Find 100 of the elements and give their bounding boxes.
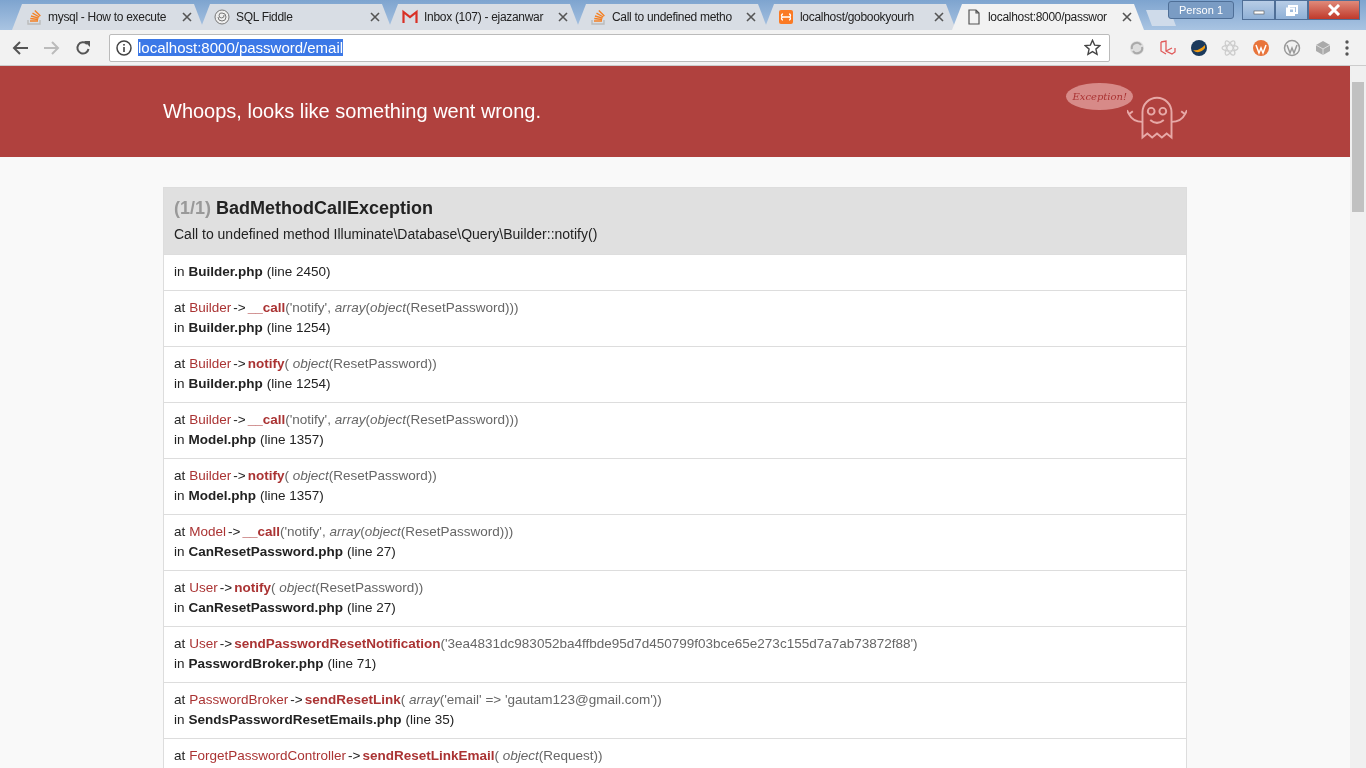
arrow-text: ->: [233, 412, 246, 427]
in-label: in: [174, 488, 185, 503]
error-headline: Whoops, looks like something went wrong.: [163, 100, 541, 123]
address-bar[interactable]: localhost:8000/password/email: [109, 33, 1110, 62]
method-name: sendResetLink: [304, 692, 401, 707]
browser-tab[interactable]: Call to undefined metho: [576, 4, 768, 30]
in-label: in: [174, 656, 185, 671]
minimize-button[interactable]: [1242, 0, 1275, 20]
close-icon: [1327, 4, 1341, 16]
at-label: at: [174, 580, 186, 595]
method-arguments: ('3ea4831dc983052ba4ffbde95d7d450799f03bce65e273c155d7a7ab73872f88'): [440, 636, 918, 651]
arrow-text: ->: [219, 636, 233, 651]
exception-name: BadMethodCallException: [216, 198, 434, 218]
stack-icon: [590, 9, 606, 25]
arrow-text: ->: [348, 748, 361, 763]
at-label: at: [174, 300, 186, 315]
arrow-text: ->: [233, 468, 246, 483]
method-arguments: ( object(ResetPassword)): [270, 580, 424, 595]
line-number: (line 2450): [266, 264, 331, 279]
s-logo-extension-icon[interactable]: [1190, 38, 1208, 57]
close-tab-icon[interactable]: [370, 12, 380, 22]
method-arguments: ( array('email' => 'gautam123@gmail.com')): [400, 692, 662, 707]
url-text: localhost:8000/password/email: [138, 39, 344, 56]
close-tab-icon[interactable]: [182, 12, 192, 22]
class-name: Builder: [189, 300, 232, 315]
at-label: at: [174, 692, 186, 707]
method-arguments: ( object(ResetPassword)): [284, 356, 437, 371]
file-name: Builder.php: [188, 376, 263, 391]
method-name: notify: [234, 580, 271, 595]
method-name: notify: [247, 468, 285, 483]
file-name: Model.php: [188, 432, 256, 447]
scrollbar-thumb[interactable]: [1352, 82, 1364, 212]
reload-icon[interactable]: [73, 39, 93, 56]
page-icon: [966, 9, 982, 25]
in-label: in: [174, 432, 185, 447]
file-name: Builder.php: [188, 264, 263, 279]
line-number: (line 1357): [260, 432, 324, 447]
method-name: __call: [247, 300, 286, 315]
close-button[interactable]: [1308, 0, 1360, 20]
file-name: Builder.php: [188, 320, 263, 335]
method-arguments: ('notify', array(object(ResetPassword))): [280, 524, 514, 539]
method-name: sendResetLinkEmail: [362, 748, 495, 763]
line-number: (line 27): [347, 544, 396, 559]
method-arguments: ( object(ResetPassword)): [284, 468, 437, 483]
browser-tab[interactable]: localhost/gobookyourh: [764, 4, 956, 30]
stack-icon: [26, 9, 42, 25]
arrow-text: ->: [290, 692, 303, 707]
class-name: Builder: [189, 468, 232, 483]
scrollbar[interactable]: [1350, 66, 1366, 768]
arrow-text: ->: [233, 300, 246, 315]
file-name: CanResetPassword.php: [188, 600, 344, 615]
close-tab-icon[interactable]: [558, 12, 568, 22]
method-name: __call: [242, 524, 280, 539]
at-label: at: [174, 524, 186, 539]
browser-tab[interactable]: Inbox (107) - ejazanwar: [388, 4, 580, 30]
line-number: (line 71): [327, 656, 377, 671]
browser-tab[interactable]: mysql - How to execute: [12, 4, 204, 30]
in-label: in: [174, 712, 185, 727]
method-name: notify: [247, 356, 285, 371]
line-number: (line 1254): [266, 320, 331, 335]
class-name: Builder: [189, 356, 232, 371]
arrow-text: ->: [219, 580, 233, 595]
line-number: (line 35): [405, 712, 455, 727]
at-label: at: [174, 412, 186, 427]
class-name: Builder: [189, 412, 232, 427]
restore-button[interactable]: [1275, 0, 1308, 20]
xampp-icon: [778, 9, 794, 25]
close-tab-icon[interactable]: [746, 12, 756, 22]
info-icon[interactable]: [116, 39, 132, 56]
arrow-text: ->: [233, 356, 246, 371]
method-arguments: ('notify', array(object(ResetPassword))): [285, 412, 519, 427]
exception-message: Call to undefined method Illuminate\Database\Query\Builder::notify(): [174, 226, 599, 242]
file-name: CanResetPassword.php: [188, 544, 344, 559]
mail-icon: [402, 9, 418, 25]
bookmark-star-icon[interactable]: [1084, 39, 1101, 56]
in-label: in: [174, 600, 185, 615]
restore-icon: [1285, 4, 1298, 16]
method-arguments: ( object(Request)): [494, 748, 603, 763]
class-name: PasswordBroker: [189, 692, 289, 707]
line-number: (line 1357): [260, 488, 324, 503]
method-arguments: ('notify', array(object(ResetPassword))): [285, 300, 519, 315]
method-name: sendPasswordResetNotification: [234, 636, 441, 651]
browser-tab[interactable]: localhost:8000/passwor: [952, 4, 1144, 30]
at-label: at: [174, 748, 186, 763]
class-name: User: [189, 636, 218, 651]
exception-speech-bubble: Exception!: [1066, 82, 1133, 110]
close-tab-icon[interactable]: [1122, 12, 1132, 22]
arrow-text: ->: [228, 524, 241, 539]
shell-icon: [214, 9, 230, 25]
close-tab-icon[interactable]: [934, 12, 944, 22]
browser-tab[interactable]: SQL Fiddle: [200, 4, 392, 30]
in-label: in: [174, 376, 185, 391]
in-label: in: [174, 264, 185, 279]
class-name: ForgetPasswordController: [189, 748, 347, 763]
in-label: in: [174, 544, 185, 559]
at-label: at: [174, 636, 186, 651]
method-name: __call: [247, 412, 286, 427]
at-label: at: [174, 468, 186, 483]
class-name: User: [189, 580, 218, 595]
menu-icon[interactable]: [1345, 39, 1349, 56]
